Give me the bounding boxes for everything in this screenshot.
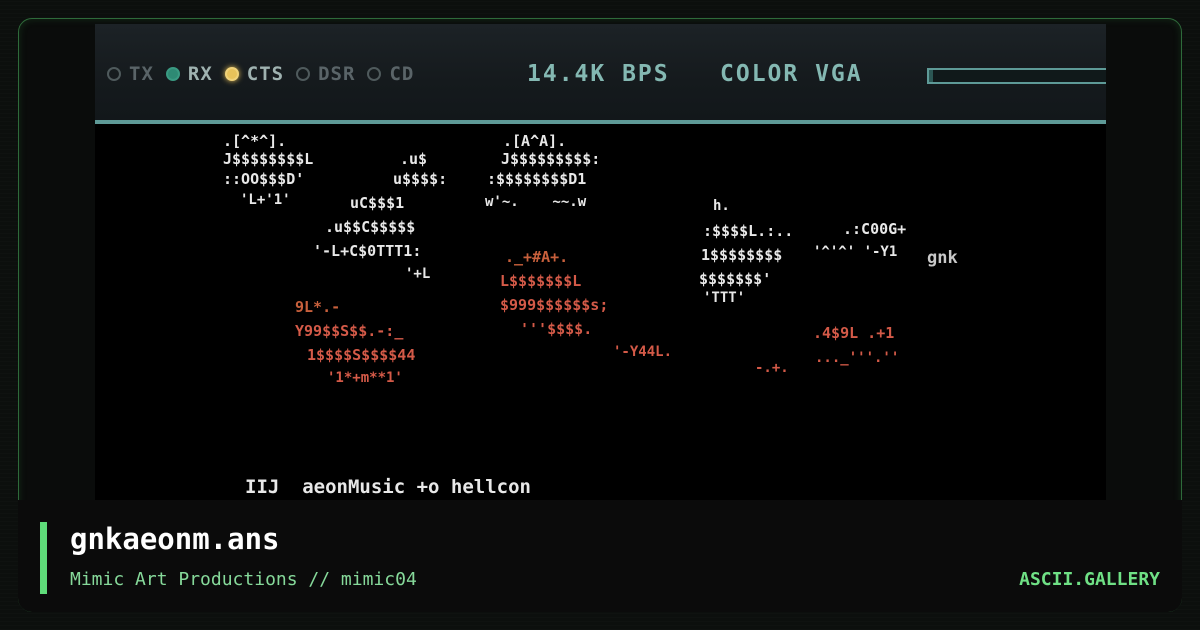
cts-light: CTS [224,63,285,85]
ansi-art-line: -.+. [755,360,789,376]
ansi-art-line: '''$$$$. [520,320,593,338]
ansi-art-line: '^'^' '-Y1 [813,244,898,260]
ansi-art-line: .4$9L .+1 [813,324,895,342]
ansi-art-line: '+L [405,266,431,282]
ansi-art-line: .[^*^]. [223,132,287,150]
ansi-art-line: :$$$$L.:.. [703,222,794,240]
ansi-art-line: 9L*.- [295,298,341,316]
ansi-art-line: $999$$$$$$s; [500,296,609,314]
ansi-art-line: 'L+'1' [240,192,291,208]
download-progress-fill [929,70,933,82]
footer: gnkaeonm.ans Mimic Art Productions // mi… [18,500,1182,612]
ansi-art-line: ._+#A+. [505,248,569,266]
site-brand[interactable]: ASCII.GALLERY [1019,569,1160,590]
ansi-art-line: .u$$C$$$$$ [325,218,416,236]
ansi-art-line: .u$ [400,150,428,168]
accent-bar [40,522,47,594]
ansi-art-line: gnk [927,248,958,268]
ansi-art-line: :$$$$$$$$D1 [487,170,587,188]
ansi-art-line: ..._'''.'' [815,350,900,366]
cd-led-icon [367,67,382,81]
ansi-art-line: .:C00G+ [843,220,907,238]
ansi-artwork: .[^*^]. J$$$$$$$$L::OO$$$D''L+'1' .u$u$$$$… [95,128,1106,504]
tx-led-icon [107,67,121,81]
rx-led-icon [165,67,180,81]
cd-light: CD [367,63,414,85]
modem-lights: TX RX CTS DSR CD [107,63,426,85]
ansi-art-line: '-Y44L. [613,344,673,360]
ansi-art-line: 'TTT' [703,290,746,306]
ansi-art-line: Y99$$S$$.-:_ [295,322,404,340]
download-progress-bar [927,68,1106,84]
ansi-art-line: h. [713,198,730,214]
ansi-art-line: ::OO$$$D' [223,170,305,188]
ansi-art-line: u$$$$: [393,170,448,188]
ansi-art-line: L$$$$$$$L [500,272,582,290]
baud-rate: 14.4K BPS [527,61,670,87]
ansi-art-line: '1*+m**1' [327,370,403,386]
rx-label: RX [187,63,213,85]
tx-label: TX [129,63,154,85]
ansi-art-line: 1$$$$$$$$ [701,246,783,264]
modem-status-bar: TX RX CTS DSR CD 14.4K BPS COLOR VGA [95,24,1106,124]
dsr-led-icon [296,67,311,81]
ansi-art-line: .[A^A]. [503,132,567,150]
ansi-art-line: $$$$$$$' [699,270,772,288]
dsr-label: DSR [318,63,356,85]
ansi-art-line: w'~. ~~.w [485,194,587,210]
rx-light: RX [165,63,213,85]
ansi-art-line: J$$$$$$$$$: [501,150,601,168]
tx-light: TX [107,63,154,85]
artwork-title: gnkaeonm.ans [70,522,280,556]
ansi-art-line: 1$$$$S$$$$44 [307,346,416,364]
ansi-art-line: J$$$$$$$$L [223,150,314,168]
display-mode: COLOR VGA [720,61,863,87]
cd-label: CD [389,63,415,85]
ansi-art-line: '-L+C$0TTT1: [313,242,422,260]
cts-label: CTS [246,63,285,85]
dsr-light: DSR [296,63,355,85]
cts-led-icon [224,67,239,81]
artwork-credits: Mimic Art Productions // mimic04 [70,569,417,590]
ansi-viewer-screen: TX RX CTS DSR CD 14.4K BPS COLOR VGA .[^… [95,24,1106,504]
ansi-art-line: IIJ aeonMusic +o hellcon [245,476,531,498]
ansi-art-line: uC$$$1 [350,194,405,212]
